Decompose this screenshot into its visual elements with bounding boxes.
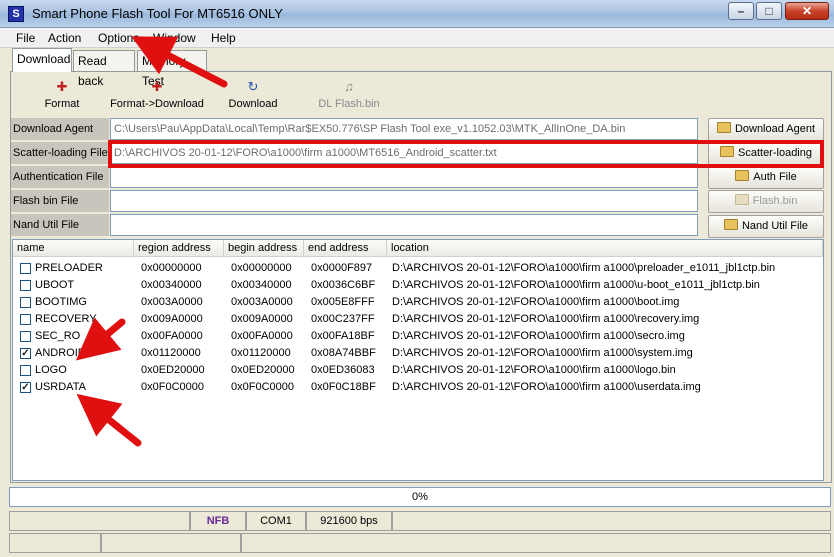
arrow-to-usrdata <box>76 393 142 447</box>
annotation-arrows <box>75 36 228 447</box>
arrow-to-android <box>75 317 126 361</box>
tab-download[interactable]: Download <box>12 48 72 72</box>
arrow-to-options <box>131 36 228 88</box>
